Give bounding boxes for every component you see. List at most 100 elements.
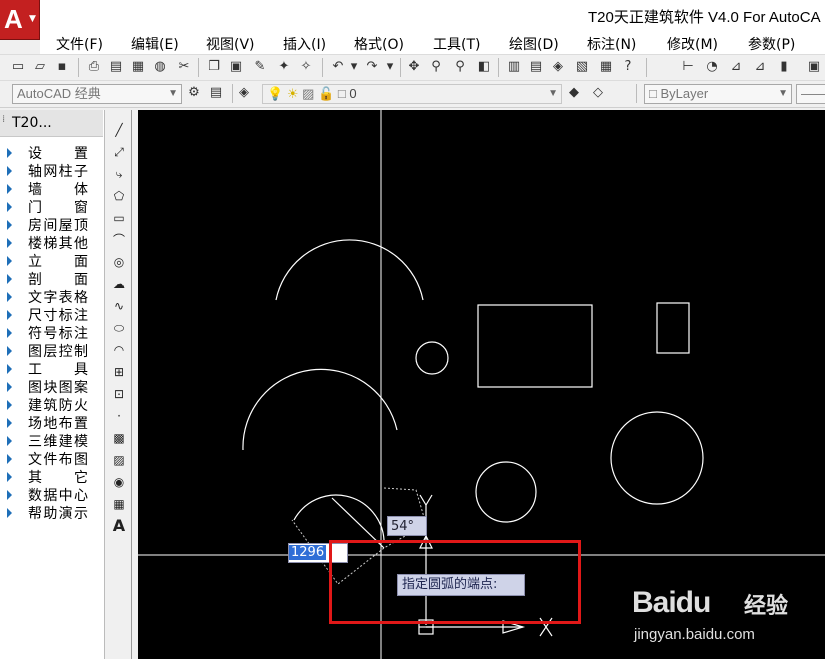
menu-insert[interactable]: 插入(I) <box>283 34 326 54</box>
palette-item[interactable]: 图块图案 <box>0 379 103 397</box>
palette-item[interactable]: 数据中心 <box>0 487 103 505</box>
new-file-icon[interactable]: ▭ <box>10 59 26 75</box>
expand-arrow-icon <box>7 274 12 284</box>
palette-item[interactable]: 建筑防火 <box>0 397 103 415</box>
insert-block-icon[interactable]: ⊞ <box>111 364 127 380</box>
polygon-icon[interactable]: ⬠ <box>111 188 127 204</box>
pan-icon[interactable]: ✥ <box>406 59 422 75</box>
palette-item[interactable]: 轴网柱子 <box>0 163 103 181</box>
table-icon[interactable]: ▦ <box>111 496 127 512</box>
ellipse-arc-icon[interactable]: ◠ <box>111 342 127 358</box>
arc-icon[interactable]: ⌒ <box>111 232 127 248</box>
block-editor-icon[interactable]: ✦ <box>276 59 292 75</box>
palette-item[interactable]: 楼梯其他 <box>0 235 103 253</box>
hatch-icon[interactable]: ▩ <box>111 430 127 446</box>
customize-icon[interactable]: ▤ <box>208 85 224 101</box>
layer-previous-icon[interactable]: ◇ <box>590 85 606 101</box>
linetype-dropdown[interactable]: —— <box>796 84 825 104</box>
workspace-dropdown[interactable]: AutoCAD 经典 ▼ <box>12 84 182 104</box>
dimension-linear-icon[interactable]: ⊢ <box>680 59 696 75</box>
calculator-icon[interactable]: ▦ <box>598 59 614 75</box>
palette-item[interactable]: 工具 <box>0 361 103 379</box>
copy-icon[interactable]: ❐ <box>206 59 222 75</box>
design-center-icon[interactable]: ▤ <box>528 59 544 75</box>
palette-item[interactable]: 其它 <box>0 469 103 487</box>
gradient-icon[interactable]: ▨ <box>111 452 127 468</box>
palette-item[interactable]: 设置 <box>0 145 103 163</box>
point-icon[interactable]: · <box>111 408 127 424</box>
workspace-switch-icon[interactable]: ▣ <box>806 59 822 75</box>
line-icon[interactable]: ╱ <box>111 122 127 138</box>
palette-item[interactable]: 文字表格 <box>0 289 103 307</box>
chevron-down-icon[interactable]: ▾ <box>382 59 398 75</box>
save-icon[interactable]: ▪ <box>54 59 70 75</box>
menu-view[interactable]: 视图(V) <box>206 34 255 54</box>
sheet-set-icon[interactable]: ▧ <box>574 59 590 75</box>
palette-item[interactable]: 图层控制 <box>0 343 103 361</box>
ellipse-icon[interactable]: ⬭ <box>111 320 127 336</box>
palette-item[interactable]: 立面 <box>0 253 103 271</box>
expand-arrow-icon <box>7 292 12 302</box>
window-title: T20天正建筑软件 V4.0 For AutoCA <box>588 9 821 26</box>
paste-icon[interactable]: ▣ <box>228 59 244 75</box>
print-preview-icon[interactable]: ▤ <box>108 59 124 75</box>
dimension-update-icon[interactable]: ▮ <box>776 59 792 75</box>
make-block-icon[interactable]: ⊡ <box>111 386 127 402</box>
zoom-previous-icon[interactable]: ◧ <box>476 59 492 75</box>
arc-in-progress <box>293 494 385 541</box>
menu-file[interactable]: 文件(F) <box>56 34 103 54</box>
menu-dimension[interactable]: 标注(N) <box>587 34 636 54</box>
menu-parameters[interactable]: 参数(P) <box>748 34 795 54</box>
print-icon[interactable]: ⎙ <box>86 59 102 75</box>
menu-format[interactable]: 格式(O) <box>354 34 404 54</box>
palette-item[interactable]: 帮助演示 <box>0 505 103 523</box>
palette-item[interactable]: 房间屋顶 <box>0 217 103 235</box>
palette-item[interactable]: 门窗 <box>0 199 103 217</box>
expand-arrow-icon <box>7 508 12 518</box>
dimension-style-icon[interactable]: ⊿ <box>752 59 768 75</box>
chevron-down-icon[interactable]: ▾ <box>346 59 362 75</box>
menu-modify[interactable]: 修改(M) <box>667 34 718 54</box>
zoom-realtime-icon[interactable]: ⚲ <box>428 59 444 75</box>
cut-icon[interactable]: ✂ <box>176 59 192 75</box>
palette-title-bar[interactable]: ⁞ T20... <box>0 110 103 137</box>
palette-item[interactable]: 尺寸标注 <box>0 307 103 325</box>
dimension-angular-icon[interactable]: ⊿ <box>728 59 744 75</box>
palette-item[interactable]: 场地布置 <box>0 415 103 433</box>
layer-manager-icon[interactable]: ◈ <box>236 85 252 101</box>
redo-icon[interactable]: ↷ <box>364 59 380 75</box>
application-menu-button[interactable]: A ▼ <box>0 0 40 40</box>
help-icon[interactable]: ? <box>620 59 636 75</box>
palette-item[interactable]: 三维建模 <box>0 433 103 451</box>
palette-item[interactable]: 剖面 <box>0 271 103 289</box>
menu-draw[interactable]: 绘图(D) <box>509 34 559 54</box>
palette-item[interactable]: 符号标注 <box>0 325 103 343</box>
polyline-icon[interactable]: ⤷ <box>111 166 127 182</box>
publish-icon[interactable]: ▦ <box>130 59 146 75</box>
3d-dwf-icon[interactable]: ◍ <box>152 59 168 75</box>
expand-arrow-icon <box>7 328 12 338</box>
workspace-settings-icon[interactable]: ⚙ <box>186 85 202 101</box>
revcloud-icon[interactable]: ☁ <box>111 276 127 292</box>
palette-item[interactable]: 墙体 <box>0 181 103 199</box>
zoom-window-icon[interactable]: ⚲ <box>452 59 468 75</box>
menu-edit[interactable]: 编辑(E) <box>131 34 179 54</box>
region-icon[interactable]: ◉ <box>111 474 127 490</box>
layer-dropdown[interactable]: 💡 ☀ ▨ 🔓 □ 0 ▼ <box>262 84 562 104</box>
undo-icon[interactable]: ↶ <box>330 59 346 75</box>
tool-palettes-icon[interactable]: ◈ <box>550 59 566 75</box>
menu-tools[interactable]: 工具(T) <box>433 34 480 54</box>
plot-style-icon[interactable]: ✧ <box>298 59 314 75</box>
circle-icon[interactable]: ◎ <box>111 254 127 270</box>
palette-item[interactable]: 文件布图 <box>0 451 103 469</box>
construction-line-icon[interactable]: ⤢ <box>111 144 127 160</box>
color-dropdown[interactable]: □ ByLayer ▼ <box>644 84 792 104</box>
dimension-radius-icon[interactable]: ◔ <box>704 59 720 75</box>
spline-icon[interactable]: ∿ <box>111 298 127 314</box>
make-current-layer-icon[interactable]: ◆ <box>566 85 582 101</box>
match-properties-icon[interactable]: ✎ <box>252 59 268 75</box>
properties-icon[interactable]: ▥ <box>506 59 522 75</box>
multiline-text-icon[interactable]: A <box>111 518 127 534</box>
open-file-icon[interactable]: ▱ <box>32 59 48 75</box>
rectangle-icon[interactable]: ▭ <box>111 210 127 226</box>
